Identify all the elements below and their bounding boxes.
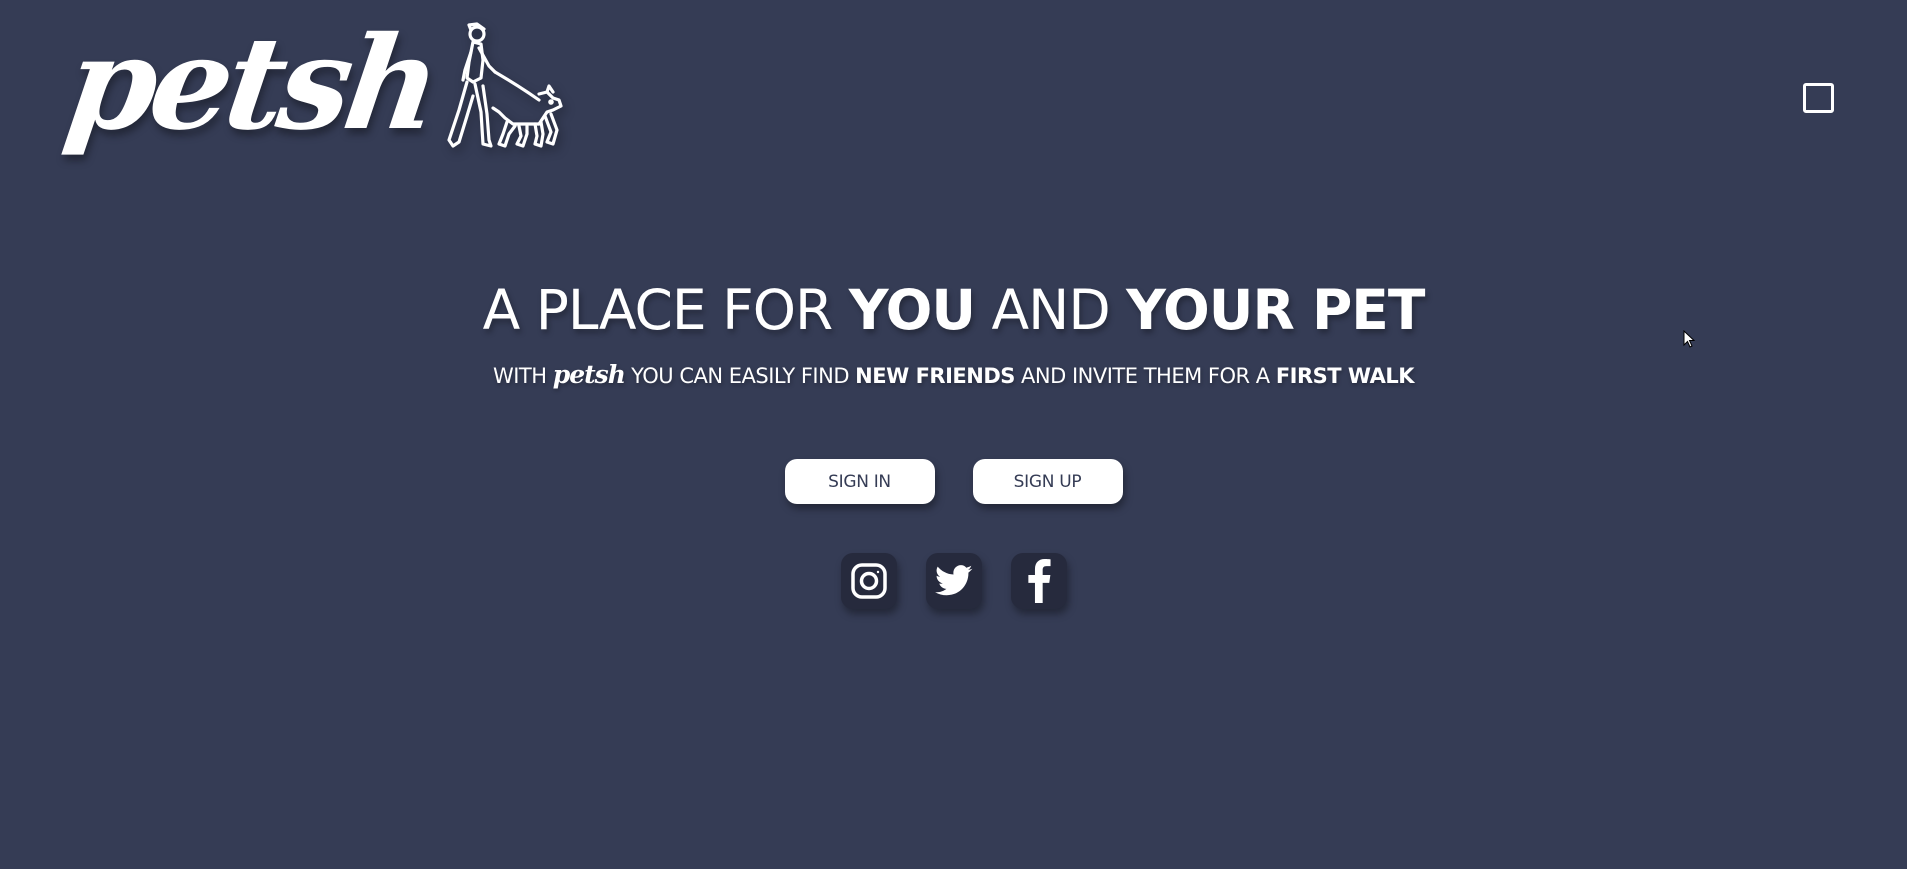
tagline-part: AND INVITE THEM FOR A <box>1014 364 1276 388</box>
mouse-cursor-icon <box>1683 330 1695 348</box>
headline-emphasis-you: YOU <box>848 278 976 342</box>
tagline-emphasis-first-walk: FIRST WALK <box>1275 364 1415 388</box>
menu-toggle-icon[interactable] <box>1803 83 1834 113</box>
facebook-link[interactable] <box>1010 553 1067 609</box>
person-walking-dog-icon <box>447 22 563 148</box>
logo[interactable]: petsh <box>57 9 571 159</box>
facebook-icon <box>1027 559 1051 603</box>
headline-part: AND <box>975 278 1127 342</box>
twitter-link[interactable] <box>925 553 982 609</box>
tagline: WITH petsh YOU CAN EASILY FIND NEW FRIEN… <box>0 360 1907 391</box>
tagline-emphasis-new-friends: NEW FRIENDS <box>855 364 1015 388</box>
sign-up-button[interactable]: SIGN UP <box>972 459 1123 504</box>
instagram-link[interactable] <box>840 553 897 609</box>
logo-wordmark: petsh <box>57 9 444 159</box>
sign-in-button[interactable]: SIGN IN <box>784 459 935 504</box>
social-links <box>0 553 1907 609</box>
auth-buttons: SIGN IN SIGN UP <box>0 459 1907 504</box>
tagline-brand-logo: petsh <box>552 360 626 389</box>
headline-part: A PLACE FOR <box>482 278 849 342</box>
tagline-part: WITH <box>492 364 553 388</box>
headline: A PLACE FOR YOU AND YOUR PET <box>0 272 1907 348</box>
instagram-icon <box>850 563 887 599</box>
landing-page: petsh A PLACE FOR YOU AND YOUR PET WITH … <box>0 0 1907 869</box>
twitter-icon <box>934 565 972 596</box>
tagline-part: YOU CAN EASILY FIND <box>624 364 856 388</box>
hero-section: A PLACE FOR YOU AND YOUR PET WITH petsh … <box>0 272 1907 391</box>
headline-emphasis-your-pet: YOUR PET <box>1126 278 1425 342</box>
